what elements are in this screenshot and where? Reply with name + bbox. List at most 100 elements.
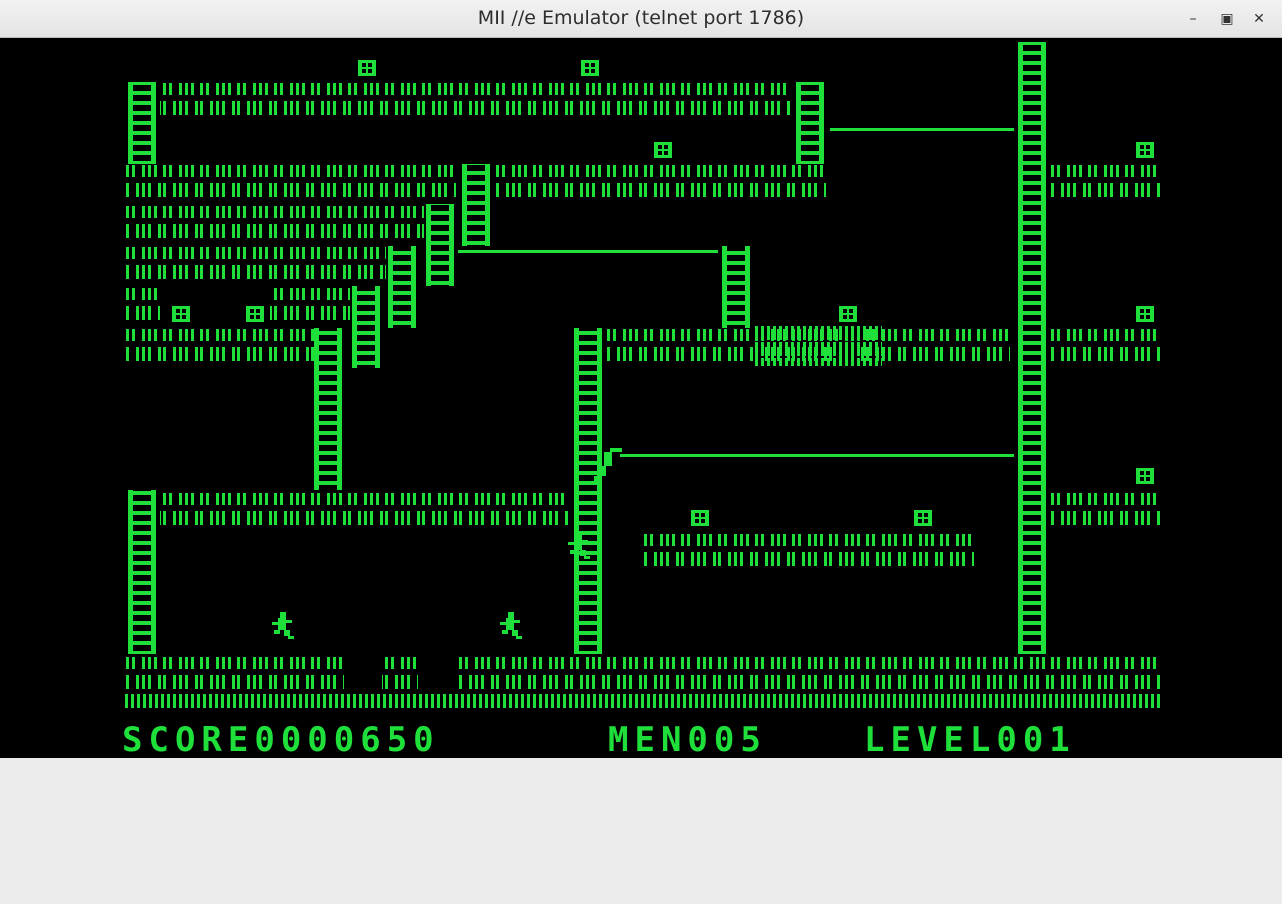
men-readout: MEN005 <box>608 720 767 760</box>
gold-slot <box>664 151 668 155</box>
gold-slot <box>843 315 847 319</box>
gold-slot <box>368 69 372 73</box>
ladder-rail <box>745 246 750 328</box>
runner-head <box>508 612 514 618</box>
gold-slot <box>1140 145 1144 149</box>
ladder-rail <box>449 204 454 286</box>
ladder-rail <box>574 328 579 654</box>
gold-body <box>691 510 709 526</box>
ladder <box>426 204 454 286</box>
ladder-rungs <box>393 246 411 328</box>
ladder-rail <box>388 246 393 328</box>
brick-row <box>270 286 350 326</box>
floor <box>124 694 1160 710</box>
ladder-rungs <box>727 246 745 328</box>
runner-arm <box>568 542 574 545</box>
runner-leg <box>580 550 586 556</box>
ladder-rail <box>462 164 467 246</box>
gold-chest <box>839 306 857 322</box>
game-screen[interactable]: SCORE0000650 MEN005 LEVEL001 <box>0 38 1282 758</box>
gold-body <box>358 60 376 76</box>
gold-chest <box>172 306 190 322</box>
ladder <box>314 328 342 490</box>
gold-body <box>1136 142 1154 158</box>
gold-slot <box>924 519 928 523</box>
gold-slot <box>695 519 699 523</box>
ladder-rail <box>722 246 727 328</box>
rope <box>620 454 1014 457</box>
runner-leg <box>570 550 576 554</box>
gold-slot <box>918 513 922 517</box>
ladder <box>796 82 824 164</box>
gold-slot <box>849 315 853 319</box>
gold-chest <box>358 60 376 76</box>
gold-slot <box>695 513 699 517</box>
gold-slot <box>1146 471 1150 475</box>
gold-slot <box>176 315 180 319</box>
brick-row <box>124 286 160 326</box>
runner-foot <box>288 636 294 639</box>
gold-slot <box>362 69 366 73</box>
brick-row <box>124 164 456 204</box>
minimize-icon[interactable]: – <box>1182 8 1204 30</box>
gold-slot <box>701 519 705 523</box>
hang-arm <box>610 448 622 452</box>
gold-chest <box>581 60 599 76</box>
gold-slot <box>924 513 928 517</box>
runner-arm <box>582 540 588 543</box>
ladder-rail <box>411 246 416 328</box>
gold-chest <box>914 510 932 526</box>
ladder-rungs <box>133 490 151 654</box>
runner-arm <box>500 622 506 625</box>
ladder-rail <box>1018 42 1023 654</box>
runner-leg <box>502 630 508 634</box>
ladder <box>388 246 416 328</box>
ladder-rail <box>819 82 824 164</box>
gold-slot <box>368 63 372 67</box>
brick-row <box>1050 326 1160 366</box>
brick-row <box>1050 164 1160 204</box>
maximize-icon[interactable]: ▣ <box>1216 8 1238 30</box>
gold-slot <box>362 63 366 67</box>
runner-head <box>280 612 286 618</box>
gold-chest <box>691 510 709 526</box>
bricks-layer <box>124 82 1160 710</box>
runner-foot <box>516 636 522 639</box>
runner-leg <box>274 630 280 634</box>
gold-slot <box>1146 151 1150 155</box>
runner-leg <box>512 630 518 636</box>
gold-slot <box>256 315 260 319</box>
gold-chest <box>1136 142 1154 158</box>
ladder-rail <box>314 328 319 490</box>
gold-slot <box>250 315 254 319</box>
brick-row <box>382 654 418 694</box>
ladder-rail <box>796 82 801 164</box>
status-line: SCORE0000650 MEN005 LEVEL001 <box>122 722 1070 758</box>
gold-slot <box>1140 471 1144 475</box>
ladder <box>128 82 156 164</box>
runner-head <box>576 532 582 538</box>
game-board <box>124 42 1160 710</box>
window-title: MII //e Emulator (telnet port 1786) <box>477 7 805 29</box>
gold-slot <box>1146 477 1150 481</box>
runner-body <box>574 538 582 550</box>
title-bar[interactable]: MII //e Emulator (telnet port 1786) – ▣ … <box>0 0 1282 38</box>
gold-slot <box>658 145 662 149</box>
ladder-rail <box>337 328 342 490</box>
gold-slot <box>1140 315 1144 319</box>
hang-foot <box>594 476 602 482</box>
gold-slot <box>1146 145 1150 149</box>
brick-row <box>124 326 314 366</box>
ladder-rail <box>597 328 602 654</box>
gold-body <box>246 306 264 322</box>
gold-slot <box>1140 151 1144 155</box>
close-icon[interactable]: ✕ <box>1248 8 1270 30</box>
gold-chest <box>654 142 672 158</box>
ladder-rail <box>151 82 156 164</box>
gold-slot <box>918 519 922 523</box>
gold-chest <box>1136 306 1154 322</box>
gold-slot <box>591 69 595 73</box>
rope <box>830 128 1014 131</box>
gold-slot <box>182 309 186 313</box>
ladder <box>128 490 156 654</box>
